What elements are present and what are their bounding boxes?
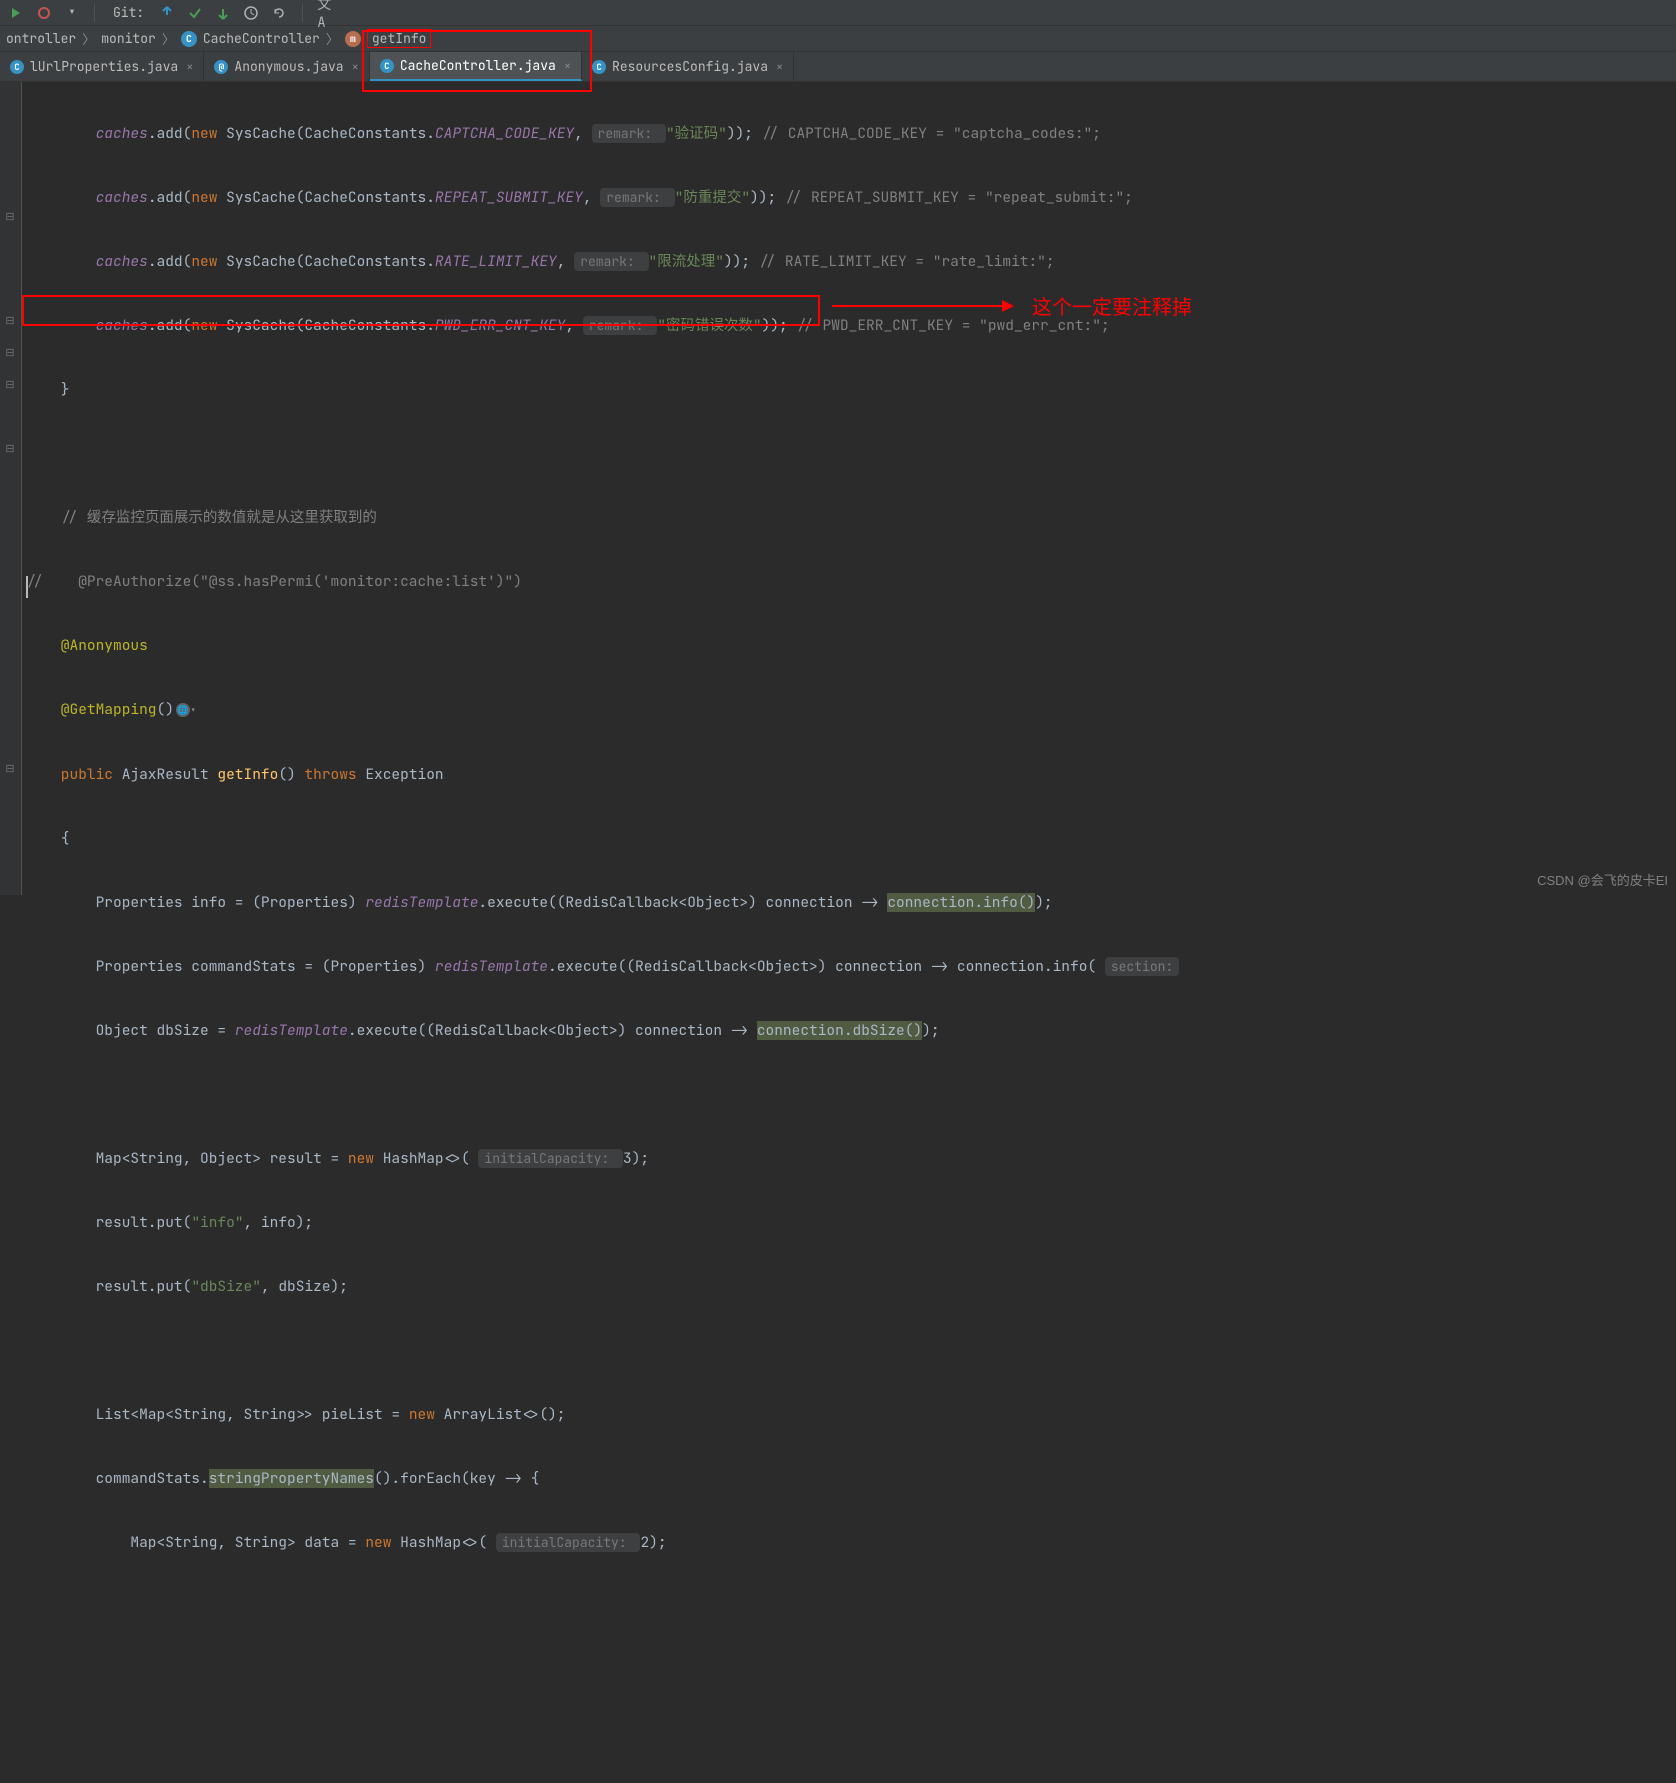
tab-cachecontroller[interactable]: C CacheController.java ×: [370, 52, 582, 81]
git-commit-icon[interactable]: [186, 4, 204, 22]
git-history-icon[interactable]: [242, 4, 260, 22]
breadcrumb-item[interactable]: CacheController: [203, 30, 320, 47]
fold-icon[interactable]: ⊟: [3, 314, 17, 328]
git-rollback-icon[interactable]: [270, 4, 288, 22]
stop-icon[interactable]: [34, 3, 54, 23]
tab-label: lUrlProperties.java: [30, 58, 178, 75]
close-icon[interactable]: ×: [352, 59, 359, 75]
editor-caret: [26, 576, 28, 598]
tab-label: Anonymous.java: [234, 58, 343, 75]
annotation-arrow: [832, 300, 1014, 312]
url-mapping-icon[interactable]: 🌐: [176, 703, 190, 717]
breadcrumb-item[interactable]: ontroller: [6, 30, 76, 47]
annotation-icon: @: [214, 60, 228, 74]
java-class-icon: C: [592, 60, 606, 74]
fold-icon[interactable]: ⊟: [3, 762, 17, 776]
breadcrumb-item[interactable]: monitor: [101, 30, 156, 47]
close-icon[interactable]: ×: [776, 59, 783, 75]
editor-tabs: C lUrlProperties.java × @ Anonymous.java…: [0, 52, 1676, 82]
breadcrumb-separator: 〉: [326, 29, 339, 48]
breadcrumb-item-current[interactable]: getInfo: [367, 29, 432, 48]
tab-label: CacheController.java: [400, 57, 556, 74]
breadcrumb-bar: ontroller 〉 monitor 〉 C CacheController …: [0, 26, 1676, 52]
code-editor[interactable]: ⊟ ⊟ ⊟ ⊟ ⊟ ⊟ caches.add(new SysCache(Cach…: [0, 82, 1676, 895]
debug-icon[interactable]: [6, 3, 26, 23]
class-icon: C: [181, 31, 197, 47]
watermark: CSDN @会飞的皮卡EI: [1537, 870, 1668, 889]
separator: [94, 4, 95, 22]
close-icon[interactable]: ×: [564, 58, 571, 74]
tab-urlproperties[interactable]: C lUrlProperties.java ×: [0, 52, 204, 81]
git-push-icon[interactable]: [214, 4, 232, 22]
fold-icon[interactable]: ⊟: [3, 210, 17, 224]
fold-icon[interactable]: ⊟: [3, 442, 17, 456]
fold-icon[interactable]: ⊟: [3, 346, 17, 360]
annotation-text: 这个一定要注释掉: [1032, 292, 1192, 324]
method-icon: m: [345, 31, 361, 47]
git-label: Git:: [113, 4, 144, 21]
translate-icon[interactable]: 文A: [317, 4, 335, 22]
dropdown-icon[interactable]: ▾: [62, 3, 82, 23]
java-class-icon: C: [380, 59, 394, 73]
fold-icon[interactable]: ⊟: [3, 378, 17, 392]
git-update-icon[interactable]: [158, 4, 176, 22]
breadcrumb-separator: 〉: [82, 29, 95, 48]
code-area[interactable]: caches.add(new SysCache(CacheConstants.C…: [22, 82, 1676, 895]
tab-anonymous[interactable]: @ Anonymous.java ×: [204, 52, 369, 81]
close-icon[interactable]: ×: [186, 59, 193, 75]
tab-resourcesconfig[interactable]: C ResourcesConfig.java ×: [582, 52, 794, 81]
main-toolbar: ▾ Git: 文A: [0, 0, 1676, 26]
editor-gutter: ⊟ ⊟ ⊟ ⊟ ⊟ ⊟: [0, 82, 22, 895]
breadcrumb-separator: 〉: [162, 29, 175, 48]
java-class-icon: C: [10, 60, 24, 74]
tab-label: ResourcesConfig.java: [612, 58, 768, 75]
separator: [302, 4, 303, 22]
